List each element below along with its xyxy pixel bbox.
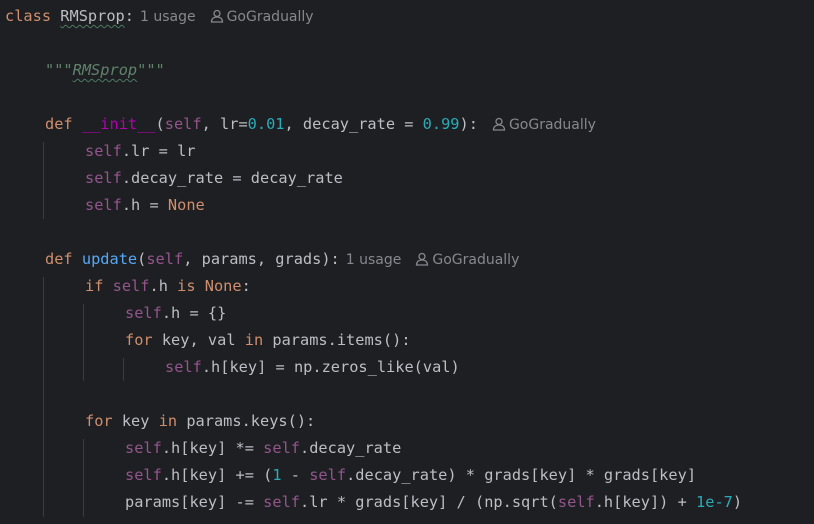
number: 0.01 [247,115,285,133]
code-text: .decay_rate) * grads[key] * grads[key] [346,466,697,484]
code-line-for-items[interactable]: for key, val in params.items(): [125,327,411,354]
keyword: class [5,7,52,25]
code-text: key [112,412,159,430]
author-hint[interactable]: GoGradually [210,9,314,25]
self-keyword: self [85,196,122,214]
code-line-accum[interactable]: self.h[key] += (1 - self.decay_rate) * g… [125,462,696,489]
keyword: in [244,331,264,349]
author-name: GoGradually [226,9,314,25]
self-keyword: self [125,466,162,484]
code-text: .h = [121,196,168,214]
keyword: is [177,277,196,295]
code-text: params.items(): [263,331,411,349]
colon: : [124,7,134,25]
code-text: .h[key] *= [161,439,264,457]
code-text: key, val [152,331,245,349]
code-text: .lr = lr [121,142,196,160]
docstring-open: """ [45,61,73,79]
class-name: RMSprop [60,7,125,25]
keyword: for [125,331,153,349]
code-text: params.keys(): [177,412,316,430]
keyword: for [85,412,113,430]
code-editor[interactable]: class RMSprop: 1 usage GoGradually """RMSp… [0,0,814,524]
code-text: .h[key] += ( [161,466,273,484]
self-keyword: self [309,466,347,484]
keyword: if [85,277,104,295]
code-text: .h = {} [161,304,227,322]
keyword: in [158,412,178,430]
author-hint[interactable]: GoGradually [492,117,596,133]
code-text: .h[key] = np.zeros_like(val) [201,358,460,376]
user-icon [210,9,223,23]
code-text: .lr * grads[key] / (np.sqrt( [300,493,558,511]
keyword: None [204,277,242,295]
self-keyword: self [557,493,595,511]
code-line-init-def[interactable]: def __init__(self, lr=0.01, decay_rate =… [45,111,596,138]
code-line-if[interactable]: if self.h is None: [85,273,251,300]
docstring-text: RMSprop [72,61,138,79]
paren: ( [155,115,165,133]
self-keyword: self [165,358,202,376]
paren: ( [137,250,147,268]
self-keyword: self [85,169,122,187]
code-text: .h [149,277,178,295]
self-keyword: self [146,250,184,268]
colon: : [241,277,251,295]
function-name: __init__ [81,115,156,133]
indent-guide [83,304,84,381]
number: 1 [272,466,282,484]
code-line-class[interactable]: class RMSprop: 1 usage GoGradually [5,3,314,30]
code-line-init-h[interactable]: self.h = None [85,192,205,219]
indent-guide [123,358,124,381]
params: , decay_rate = [284,115,423,133]
function-name: update [81,250,138,268]
code-line-zeros[interactable]: self.h[key] = np.zeros_like(val) [165,354,460,381]
code-text: .decay_rate = decay_rate [121,169,343,187]
code-text: .decay_rate [300,439,402,457]
number: 0.99 [422,115,460,133]
number: 1e-7 [696,493,733,511]
user-icon [492,117,506,131]
self-keyword: self [263,493,300,511]
author-hint[interactable]: GoGradually [415,252,519,268]
indent-guide [83,439,84,517]
code-line-init-lr[interactable]: self.lr = lr [85,138,196,165]
self-keyword: self [125,439,162,457]
keyword: def [45,115,73,133]
usage-hint[interactable]: 1 usage [140,9,196,25]
code-line-init-decay[interactable]: self.decay_rate = decay_rate [85,165,343,192]
code-line-param-update[interactable]: params[key] -= self.lr * grads[key] / (n… [125,489,742,516]
self-keyword: self [125,304,162,322]
code-text: params[key] -= [125,493,264,511]
code-text: - [281,466,310,484]
self-keyword: self [85,142,122,160]
indent-guide [43,277,44,517]
params: , params, grads): [183,250,340,268]
paren: ): [459,115,478,133]
code-line-docstring[interactable]: """RMSprop""" [45,57,165,84]
self-keyword: self [263,439,300,457]
params: , lr= [201,115,248,133]
author-name: GoGradually [432,252,520,268]
self-keyword: self [164,115,202,133]
keyword: def [45,250,73,268]
code-text: .h[key]) + [594,493,697,511]
indent-guide [43,142,44,219]
docstring-close: """ [137,61,165,79]
self-keyword: self [112,277,150,295]
code-text: ) [732,493,743,511]
author-name: GoGradually [508,117,596,133]
user-icon [416,252,429,266]
code-line-decay[interactable]: self.h[key] *= self.decay_rate [125,435,401,462]
keyword: None [167,196,205,214]
code-line-h-init[interactable]: self.h = {} [125,300,226,327]
code-line-update-def[interactable]: def update(self, params, grads): 1 usage G… [45,246,519,273]
code-line-for-keys[interactable]: for key in params.keys(): [85,408,315,435]
usage-hint[interactable]: 1 usage [346,252,402,268]
